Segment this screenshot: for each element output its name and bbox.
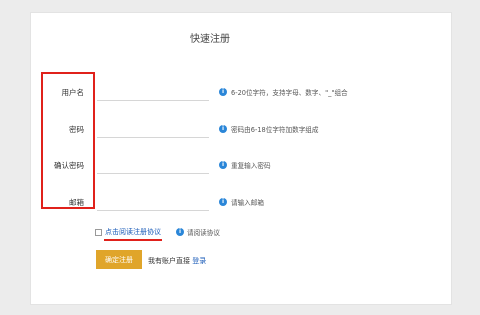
submit-button[interactable]: 确定注册 bbox=[96, 250, 142, 269]
agreement-hint-text: 请阅读协议 bbox=[187, 229, 220, 237]
confirm-password-label: 确认密码 bbox=[54, 161, 84, 170]
page-title: 快速注册 bbox=[190, 34, 230, 45]
password-hint: i 密码由6-18位字符加数字组成 bbox=[219, 124, 319, 134]
info-icon: i bbox=[219, 198, 227, 206]
password-label: 密码 bbox=[69, 125, 84, 134]
username-label: 用户名 bbox=[61, 88, 85, 97]
username-hint: i 6-20位字符，支持字母、数字、"_"组合 bbox=[219, 87, 348, 97]
agreement-row: 点击阅读注册协议 bbox=[95, 227, 161, 237]
info-icon: i bbox=[176, 228, 184, 236]
confirm-password-hint-text: 重复输入密码 bbox=[231, 162, 271, 170]
login-prompt: 我有账户直接 登录 bbox=[148, 256, 206, 266]
agreement-link[interactable]: 点击阅读注册协议 bbox=[105, 227, 161, 237]
agreement-hint: i 请阅读协议 bbox=[176, 227, 220, 237]
confirm-password-hint: i 重复输入密码 bbox=[219, 160, 271, 170]
confirm-password-input[interactable] bbox=[97, 153, 209, 174]
password-input[interactable] bbox=[97, 117, 209, 138]
password-hint-text: 密码由6-18位字符加数字组成 bbox=[231, 126, 319, 134]
email-label: 邮箱 bbox=[69, 198, 84, 207]
agreement-underline bbox=[104, 239, 162, 241]
info-icon: i bbox=[219, 88, 227, 96]
email-hint-text: 请输入邮箱 bbox=[231, 199, 264, 207]
info-icon: i bbox=[219, 125, 227, 133]
info-icon: i bbox=[219, 161, 227, 169]
login-link[interactable]: 登录 bbox=[192, 257, 206, 265]
login-prompt-text: 我有账户直接 bbox=[148, 257, 190, 265]
username-hint-text: 6-20位字符，支持字母、数字、"_"组合 bbox=[231, 89, 348, 97]
username-input[interactable] bbox=[97, 80, 209, 101]
email-input[interactable] bbox=[97, 190, 209, 211]
agreement-checkbox[interactable] bbox=[95, 228, 102, 236]
email-hint: i 请输入邮箱 bbox=[219, 197, 264, 207]
